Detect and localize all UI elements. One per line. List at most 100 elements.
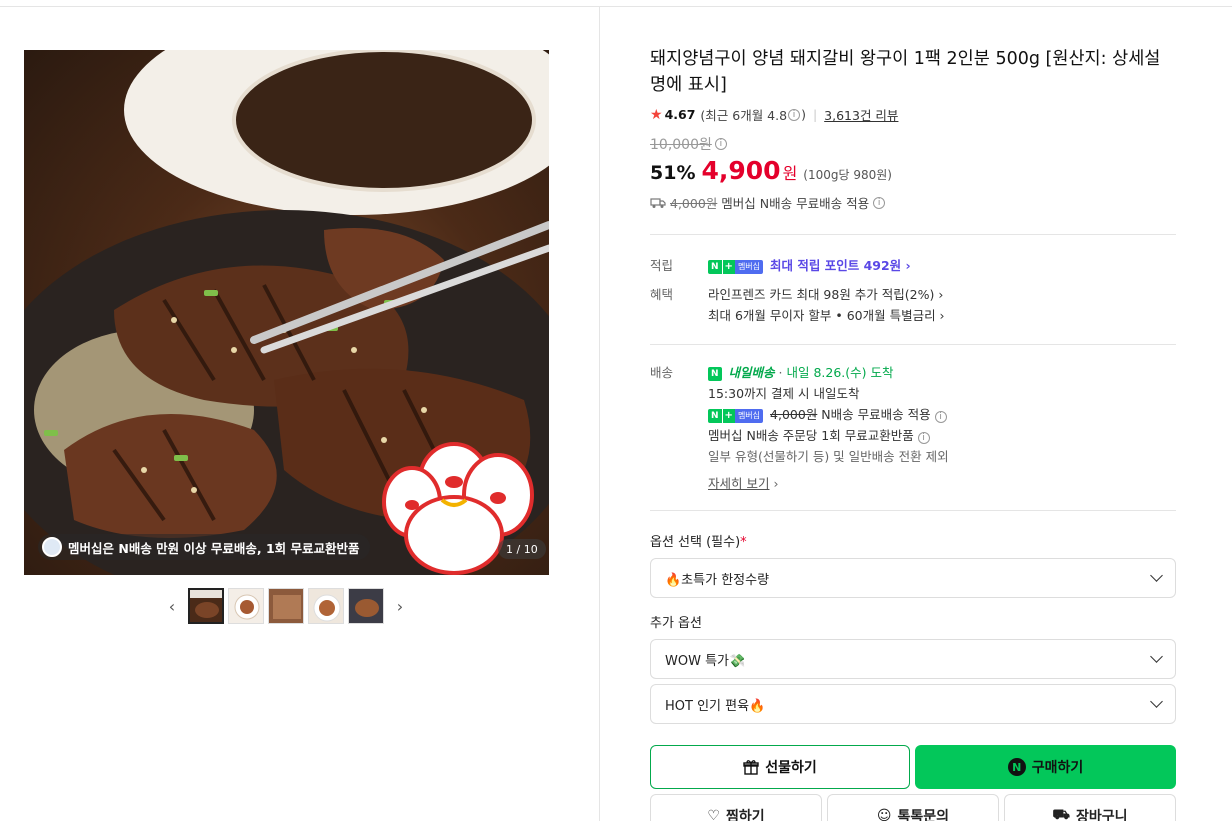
- chat-icon: ☺: [876, 808, 892, 821]
- arrival-line: N 내일배송 · 내일 8.26.(수) 도착: [708, 362, 949, 383]
- membership-promo-pill: 멤버십은 N배송 만원 이상 무료배송, 1회 무료교환반품: [38, 534, 370, 560]
- next-thumb-button[interactable]: ›: [388, 588, 412, 624]
- badge-n: N: [708, 366, 722, 381]
- perks-body: 라인프렌즈 카드 최대 98원 추가 적립(2%) › 최대 6개월 무이자 할…: [708, 284, 945, 326]
- required-option-select[interactable]: 🔥초특가 한정수량: [650, 558, 1176, 598]
- primary-actions: 선물하기 N 구매하기: [650, 745, 1176, 789]
- delivery-row: 배송 N 내일배송 · 내일 8.26.(수) 도착 15:30까지 결제 시 …: [650, 362, 1176, 494]
- thumbnail-image: [190, 590, 222, 622]
- exchange-text: 멤버십 N배송 주문당 1회 무료교환반품: [708, 428, 914, 443]
- promo-text: 멤버십은 N배송 만원 이상 무료배송, 1회 무료교환반품: [68, 540, 360, 556]
- gift-button[interactable]: 선물하기: [650, 745, 910, 789]
- required-option-text: 옵션 선택 (필수): [650, 535, 741, 550]
- review-count-link[interactable]: 3,613건 리뷰: [824, 105, 898, 124]
- truck-icon: [650, 197, 666, 208]
- badge-n: N: [708, 259, 722, 274]
- price-currency: 원: [782, 164, 798, 183]
- fee-info-icon[interactable]: i: [934, 411, 947, 423]
- thumbnail-image: [309, 589, 343, 623]
- talk-label: 톡톡문의: [897, 809, 950, 821]
- shipping-original-fee: 4,000원: [670, 196, 718, 211]
- perks-row: 혜택 라인프렌즈 카드 최대 98원 추가 적립(2%) › 최대 6개월 무이…: [650, 284, 1176, 326]
- buy-button[interactable]: N 구매하기: [915, 745, 1176, 789]
- membership-icon: [42, 537, 62, 557]
- top-divider: [0, 6, 1232, 7]
- tomorrow-badge: N: [708, 366, 722, 381]
- chevron-right-icon: ›: [901, 258, 911, 273]
- rating-recent-close: ): [801, 107, 806, 122]
- badge-membership: 멤버십: [734, 259, 764, 274]
- shipping-row: 4,000원 멤버십 N배송 무료배송 적용 i: [650, 193, 1176, 212]
- fee-line: N + 멤버십 4,000원 N배송 무료배송 적용 i: [708, 404, 949, 425]
- fee-text: N배송 무료배송 적용: [821, 407, 931, 422]
- wishlist-label: 찜하기: [725, 809, 765, 821]
- thumbnail[interactable]: [308, 588, 344, 624]
- n-pay-icon: N: [1007, 758, 1026, 776]
- chevron-down-icon: [1150, 695, 1163, 708]
- exchange-line: 멤버십 N배송 주문당 1회 무료교환반품 i: [708, 425, 949, 446]
- thumbnail-image: [269, 589, 303, 623]
- select-value: 🔥초특가 한정수량: [665, 572, 770, 588]
- rating-row: ★ 4.67 (최근 6개월 4.8 i ) | 3,613건 리뷰: [650, 105, 1176, 124]
- chevron-right-icon: ›: [934, 287, 944, 302]
- gift-label: 선물하기: [765, 760, 817, 776]
- shipping-text: 멤버십 N배송 무료배송 적용: [721, 196, 870, 211]
- arrival-date: 내일 8.26.(수) 도착: [786, 365, 894, 380]
- perk-item[interactable]: 최대 6개월 무이자 할부 • 60개월 특별금리 ›: [708, 305, 945, 326]
- badge-plus: +: [721, 408, 735, 423]
- image-counter: 1 / 10: [498, 539, 546, 559]
- thumbnail-strip: ‹ ›: [160, 588, 412, 624]
- thumbnail[interactable]: [188, 588, 224, 624]
- cutoff-time: 15:30까지 결제 시 내일도착: [708, 386, 860, 401]
- wishlist-button[interactable]: ♡ 찜하기: [650, 794, 822, 821]
- price-row: 51% 4,900 원 (100g당 980원): [650, 156, 1176, 185]
- info-icon[interactable]: i: [788, 108, 801, 121]
- points-body: N + 멤버십 최대 적립 포인트 492원 ›: [708, 255, 911, 276]
- points-label: 적립: [650, 258, 674, 273]
- heart-icon: ♡: [707, 808, 720, 821]
- perk-text: 최대 6개월 무이자 할부 • 60개월 특별금리: [708, 308, 936, 323]
- talk-inquiry-button[interactable]: ☺ 톡톡문의: [827, 794, 999, 821]
- required-mark: *: [740, 535, 747, 550]
- star-icon: ★: [650, 106, 663, 123]
- delivery-section: 배송 N 내일배송 · 내일 8.26.(수) 도착 15:30까지 결제 시 …: [650, 345, 1176, 494]
- product-title: 돼지양념구이 양념 돼지갈비 왕구이 1팩 2인분 500g [원산지: 상세설…: [650, 49, 1161, 95]
- extra-option-select[interactable]: HOT 인기 편육🔥: [650, 684, 1176, 724]
- perk-item[interactable]: 라인프렌즈 카드 최대 98원 추가 적립(2%) ›: [708, 284, 945, 305]
- max-points-link[interactable]: 최대 적립 포인트 492원: [770, 258, 901, 273]
- price-info-icon[interactable]: i: [714, 138, 727, 150]
- unit-price: (100g당 980원): [803, 168, 892, 182]
- shipping-info-icon[interactable]: i: [873, 196, 886, 209]
- gift-icon: [743, 760, 759, 775]
- required-option-label: 옵션 선택 (필수)*: [650, 531, 1176, 550]
- thumbnail[interactable]: [348, 588, 384, 624]
- column-divider: [599, 6, 600, 821]
- discount-rate: 51%: [650, 162, 696, 184]
- perks-label: 혜택: [650, 287, 674, 302]
- thumbnail[interactable]: [268, 588, 304, 624]
- more-link[interactable]: 자세히 보기 ›: [708, 473, 949, 494]
- secondary-actions: ♡ 찜하기 ☺ 톡톡문의 ⛟ 장바구니: [650, 794, 1176, 821]
- extra-option-select[interactable]: WOW 특가💸: [650, 639, 1176, 679]
- n-membership-badge: N + 멤버십: [708, 408, 764, 423]
- cart-label: 장바구니: [1076, 809, 1128, 821]
- product-info-panel: 돼지양념구이 양념 돼지갈비 왕구이 1팩 2인분 500g [원산지: 상세설…: [650, 46, 1176, 821]
- cart-button[interactable]: ⛟ 장바구니: [1004, 794, 1176, 821]
- prev-thumb-button[interactable]: ‹: [160, 588, 184, 624]
- chevron-down-icon: [1150, 650, 1163, 663]
- exchange-info-icon[interactable]: i: [917, 432, 930, 444]
- fee-original: 4,000원: [770, 407, 818, 422]
- benefits-section: 적립 N + 멤버십 최대 적립 포인트 492원 › 혜택 라인프렌즈 카드 최대…: [650, 235, 1176, 326]
- thumbnail[interactable]: [228, 588, 264, 624]
- buy-label: 구매하기: [1031, 760, 1084, 776]
- sale-price: 4,900: [701, 156, 781, 185]
- chevron-down-icon: [1150, 569, 1163, 582]
- options-section: 옵션 선택 (필수)* 🔥초특가 한정수량 추가 옵션 WOW 특가💸 HOT …: [650, 511, 1176, 724]
- rating-recent: (최근 6개월 4.8: [700, 108, 788, 123]
- extra-option-label: 추가 옵션: [650, 616, 702, 631]
- main-product-image[interactable]: 멤버십은 N배송 만원 이상 무료배송, 1회 무료교환반품 1 / 10: [24, 50, 549, 575]
- delivery-body: N 내일배송 · 내일 8.26.(수) 도착 15:30까지 결제 시 내일도…: [708, 362, 949, 494]
- badge-n: N: [708, 408, 722, 423]
- chevron-right-icon: ›: [769, 476, 779, 491]
- thumbnail-image: [349, 589, 383, 623]
